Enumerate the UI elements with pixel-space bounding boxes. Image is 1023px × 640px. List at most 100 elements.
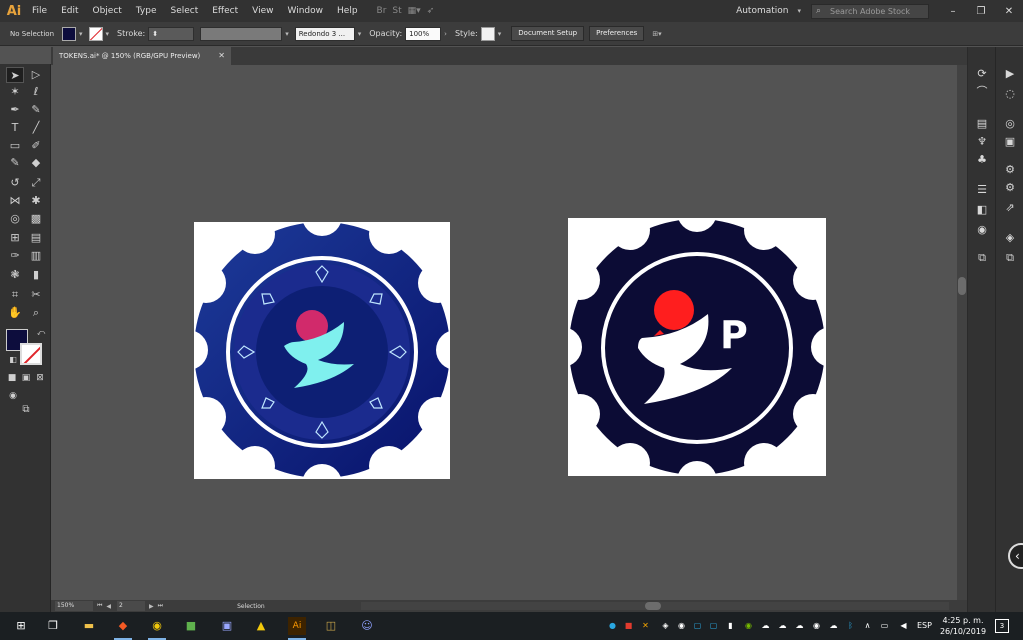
close-window-button[interactable]: ✕ xyxy=(995,6,1023,17)
tray-app-icon-8[interactable]: ◉ xyxy=(811,620,822,631)
cloud-tray-icon[interactable]: ☁ xyxy=(794,620,805,631)
next-artboard-icon[interactable]: ▶ xyxy=(149,603,154,610)
shaper-tool-icon[interactable]: ✎ xyxy=(6,155,24,171)
gpu-performance-icon[interactable]: ➶ xyxy=(427,6,435,16)
hand-tool-icon[interactable]: ✋ xyxy=(6,305,24,321)
onedrive-tray-icon-2[interactable]: ☁ xyxy=(777,620,788,631)
fill-dropdown-icon[interactable]: ▾ xyxy=(79,30,83,38)
profile-dropdown-icon[interactable]: ▾ xyxy=(285,30,289,38)
last-artboard-icon[interactable]: ⏭ xyxy=(158,602,163,610)
opacity-arrow-icon[interactable]: › xyxy=(444,30,447,38)
document-info-icon[interactable]: ▣ xyxy=(1003,135,1017,149)
file-explorer-icon[interactable]: ▬ xyxy=(80,617,98,635)
gradient-tool-icon[interactable]: ▤ xyxy=(27,230,45,246)
properties-icon[interactable]: ▶ xyxy=(1003,67,1017,81)
stroke-weight-field[interactable]: ⬍ xyxy=(148,26,195,41)
style-dropdown-icon[interactable]: ▾ xyxy=(498,30,502,38)
opacity-label[interactable]: Opacity: xyxy=(369,29,402,38)
menu-window[interactable]: Window xyxy=(281,0,331,22)
artboard-token-1[interactable] xyxy=(194,222,450,479)
export-icon[interactable]: ⇗ xyxy=(1003,201,1017,215)
horizontal-scrollbar[interactable] xyxy=(361,602,949,610)
artboard-token-2[interactable]: P xyxy=(568,218,826,476)
tray-app-icon-5[interactable]: ▢ xyxy=(692,620,703,631)
none-mode-icon[interactable]: ⊠ xyxy=(31,370,49,386)
brushes-icon[interactable]: ⌒ xyxy=(975,85,989,99)
horizontal-scroll-thumb[interactable] xyxy=(645,602,661,610)
layers-panel-icon[interactable]: ▤ xyxy=(975,117,989,131)
graphic-style-swatch[interactable] xyxy=(480,26,495,41)
opacity-field[interactable]: 100% xyxy=(405,26,442,41)
cloud-tray-icon-2[interactable]: ☁ xyxy=(828,620,839,631)
curvature-tool-icon[interactable]: ✎ xyxy=(27,102,45,118)
shape-builder-tool-icon[interactable]: ◎ xyxy=(6,211,24,227)
tray-app-icon-6[interactable]: ▢ xyxy=(708,620,719,631)
menu-file[interactable]: File xyxy=(25,0,54,22)
rectangle-tool-icon[interactable]: ▭ xyxy=(6,138,24,154)
graphic-styles-icon[interactable]: ⚙ xyxy=(1003,163,1017,177)
perspective-grid-tool-icon[interactable]: ▩ xyxy=(27,211,45,227)
eraser-tool-icon[interactable]: ◆ xyxy=(27,155,45,171)
puppet-warp-tool-icon[interactable]: ✱ xyxy=(27,193,45,209)
symbol-sprayer-tool-icon[interactable]: ❃ xyxy=(6,267,24,283)
stroke-color-box[interactable] xyxy=(20,343,42,365)
first-artboard-icon[interactable]: ⏮ xyxy=(97,602,102,610)
menu-help[interactable]: Help xyxy=(330,0,365,22)
task-view-icon[interactable]: ❐ xyxy=(44,617,62,635)
layers-stack-icon[interactable]: ◈ xyxy=(1003,231,1017,245)
paintbrush-tool-icon[interactable]: ✐ xyxy=(27,138,45,154)
menu-view[interactable]: View xyxy=(245,0,280,22)
swap-fill-stroke-icon[interactable]: ⤺ xyxy=(32,325,50,341)
preferences-button[interactable]: Preferences xyxy=(589,26,645,41)
document-setup-button[interactable]: Document Setup xyxy=(511,26,585,41)
status-tool-name[interactable]: Selection xyxy=(237,603,265,610)
column-graph-tool-icon[interactable]: ▮ xyxy=(27,267,45,283)
brush-definition-field[interactable]: Redondo 3 ... xyxy=(294,26,355,41)
stroke-color-swatch[interactable] xyxy=(88,26,103,41)
direct-selection-tool-icon[interactable]: ▷ xyxy=(27,67,45,83)
slice-tool-icon[interactable]: ✂ xyxy=(27,287,45,303)
transparency-icon[interactable]: ◧ xyxy=(975,203,989,217)
puppet-icon[interactable]: ♆ xyxy=(975,135,989,149)
line-tool-icon[interactable]: ╱ xyxy=(27,120,45,136)
blend-tool-icon[interactable]: ▥ xyxy=(27,248,45,264)
close-tab-icon[interactable]: ✕ xyxy=(218,47,225,65)
notification-center-button[interactable]: 3 xyxy=(995,619,1009,633)
artboard-tool-icon[interactable]: ⌗ xyxy=(6,287,24,303)
vertical-scrollbar[interactable] xyxy=(957,65,967,600)
language-indicator[interactable]: ESP xyxy=(917,621,932,630)
stroke-dropdown-icon[interactable]: ▾ xyxy=(106,30,110,38)
stroke-label[interactable]: Stroke: xyxy=(117,29,145,38)
width-tool-icon[interactable]: ⋈ xyxy=(6,193,24,209)
swatches-icon[interactable]: ⚙ xyxy=(1003,181,1017,195)
minimize-button[interactable]: – xyxy=(939,6,967,17)
mesh-tool-icon[interactable]: ⊞ xyxy=(6,230,24,246)
illustrator-taskbar-icon[interactable]: Ai xyxy=(288,617,306,640)
selection-tool-icon[interactable]: ➤ xyxy=(6,67,24,83)
color-panel-icon[interactable]: ◌ xyxy=(1003,87,1017,101)
type-tool-icon[interactable]: T xyxy=(6,120,24,136)
chrome-icon[interactable]: ◉ xyxy=(148,617,166,640)
previous-artboard-icon[interactable]: ◀ xyxy=(106,603,111,610)
tray-app-icon-3[interactable]: ◈ xyxy=(660,620,671,631)
bridge-button[interactable]: Br xyxy=(377,6,387,16)
align-panel-icon[interactable]: ☰ xyxy=(975,183,989,197)
windows-start-icon[interactable]: ⊞ xyxy=(12,617,30,635)
menu-edit[interactable]: Edit xyxy=(54,0,85,22)
app-shortcut-icon[interactable]: ▲ xyxy=(252,617,270,635)
chevron-down-icon[interactable]: ▾ xyxy=(797,7,801,15)
variable-width-profile[interactable] xyxy=(200,26,283,41)
pen-tool-icon[interactable]: ✒ xyxy=(6,102,24,118)
artboard-number-field[interactable]: 2 xyxy=(117,601,146,611)
network-tray-icon[interactable]: ▭ xyxy=(879,620,890,631)
fill-color-swatch[interactable] xyxy=(62,26,76,41)
artboards-panel-icon[interactable]: ⧉ xyxy=(975,251,989,265)
menu-type[interactable]: Type xyxy=(129,0,164,22)
rotate-tool-icon[interactable]: ↺ xyxy=(6,175,24,191)
align-options-icon[interactable]: ⊞▾ xyxy=(652,30,661,38)
color-guide-icon[interactable]: ⟳ xyxy=(975,67,989,81)
stock-button[interactable]: St xyxy=(392,6,401,16)
canvas-area[interactable]: P xyxy=(51,65,957,600)
default-fill-stroke-icon[interactable]: ◧ xyxy=(4,352,22,368)
discord-icon[interactable]: ☺ xyxy=(358,617,376,635)
